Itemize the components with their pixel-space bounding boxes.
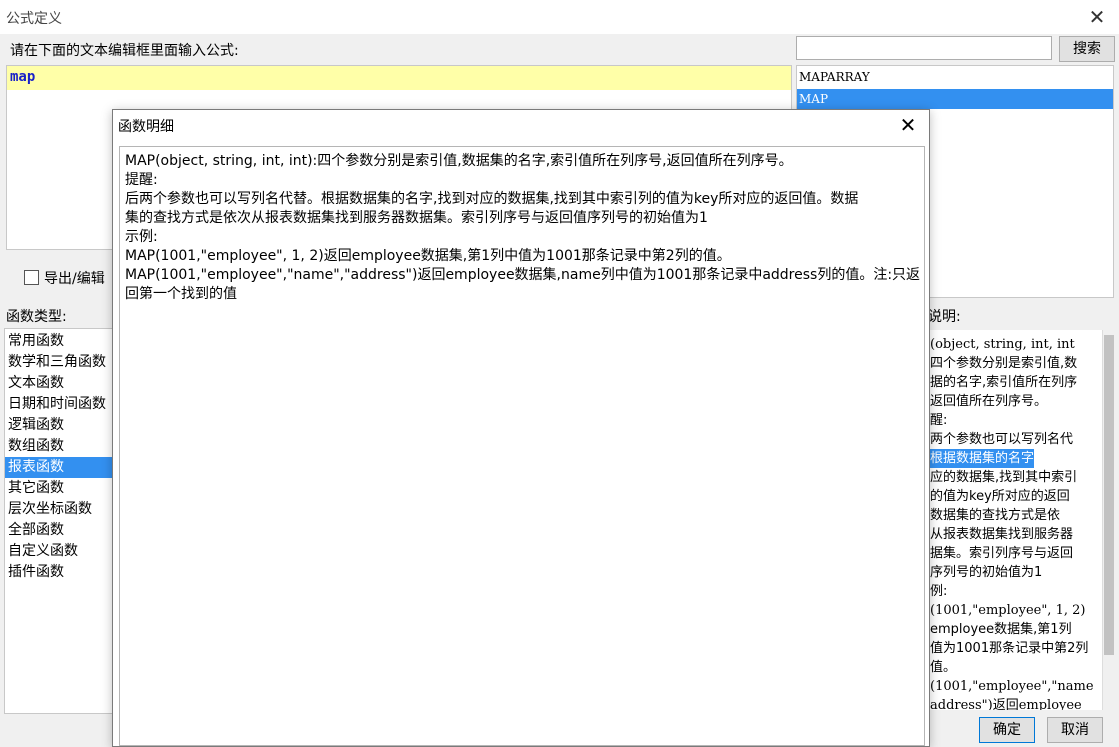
detail-line: 集的查找方式是依次从报表数据集找到服务器数据集。索引列序号与返回值序列号的初始值… (125, 210, 708, 226)
type-item-math[interactable]: 数学和三角函数 (5, 352, 115, 373)
type-item-common[interactable]: 常用函数 (5, 331, 115, 352)
detail-line: 示例: (125, 229, 158, 245)
search-input[interactable] (796, 36, 1052, 60)
detail-line: MAP(1001,"employee","name","address")返回e… (125, 267, 921, 283)
description-label: 说明: (928, 309, 961, 325)
type-item-array[interactable]: 数组函数 (5, 436, 115, 457)
description-line: (1001,"employee","name (930, 679, 1094, 694)
description-line: 数据集的查找方式是依 (930, 508, 1061, 523)
type-item-text[interactable]: 文本函数 (5, 373, 115, 394)
type-item-hierarchy[interactable]: 层次坐标函数 (5, 499, 115, 520)
function-type-label: 函数类型: (6, 309, 67, 325)
function-detail-dialog: 函数明细 ✕ MAP(object, string, int, int):四个参… (112, 109, 930, 747)
type-item-custom[interactable]: 自定义函数 (5, 541, 115, 562)
description-line: 从报表数据集找到服务器 (930, 527, 1074, 542)
description-line: employee数据集,第1列 (930, 622, 1072, 637)
function-item-maparray[interactable]: MAPARRAY (797, 67, 1113, 87)
description-panel[interactable]: (object, string, int, int 四个参数分别是索引值,数 据… (928, 330, 1102, 710)
description-line: (1001,"employee", 1, 2) (930, 603, 1086, 618)
detail-line: 回第一个找到的值 (125, 286, 237, 302)
close-icon[interactable]: ✕ (1086, 6, 1108, 28)
description-line: 醒: (930, 413, 948, 428)
detail-line: 后两个参数也可以写列名代替。根据数据集的名字,找到对应的数据集,找到其中索引列的… (125, 191, 859, 207)
cancel-button[interactable]: 取消 (1047, 717, 1103, 743)
description-line: 应的数据集,找到其中索引 (930, 470, 1078, 485)
type-item-datetime[interactable]: 日期和时间函数 (5, 394, 115, 415)
ok-button[interactable]: 确定 (979, 717, 1035, 743)
search-button[interactable]: 搜索 (1059, 36, 1115, 62)
type-item-other[interactable]: 其它函数 (5, 478, 115, 499)
description-line: 据集。索引列序号与返回 (930, 546, 1074, 561)
detail-line: MAP(object, string, int, int):四个参数分别是索引值… (125, 153, 793, 169)
detail-line: 提醒: (125, 172, 158, 188)
description-line: 值为1001那条记录中第2列 (930, 641, 1089, 656)
formula-current-line (7, 66, 791, 90)
description-line: 的值为key所对应的返回 (930, 489, 1070, 504)
description-line: 序列号的初始值为1 (930, 565, 1043, 580)
description-highlight: 根据数据集的名字 (930, 449, 1035, 468)
description-line: 返回值所在列序号。 (930, 394, 1048, 409)
window-title: 公式定义 (6, 11, 62, 27)
function-type-list[interactable]: 常用函数 数学和三角函数 文本函数 日期和时间函数 逻辑函数 数组函数 报表函数… (4, 328, 116, 714)
description-line: (object, string, int, int (930, 337, 1075, 352)
dialog-detail-text[interactable]: MAP(object, string, int, int):四个参数分别是索引值… (119, 146, 925, 746)
dialog-close-icon[interactable]: ✕ (897, 114, 919, 136)
description-line: 据的名字,索引值所在列序 (930, 375, 1078, 390)
description-scrollbar-thumb[interactable] (1104, 335, 1114, 655)
description-line: 四个参数分别是索引值,数 (930, 356, 1078, 371)
type-item-all[interactable]: 全部函数 (5, 520, 115, 541)
formula-text: map (10, 69, 36, 85)
description-line: 例: (930, 584, 948, 599)
formula-prompt-label: 请在下面的文本编辑框里面输入公式: (10, 43, 239, 59)
title-bar (0, 0, 1119, 34)
description-line: 值。 (930, 660, 957, 675)
export-label: 导出/编辑 (44, 271, 105, 287)
function-item-map[interactable]: MAP (797, 89, 1113, 109)
export-checkbox[interactable] (24, 270, 39, 285)
dialog-title: 函数明细 (118, 119, 174, 135)
description-line: 两个参数也可以写列名代 (930, 432, 1074, 447)
type-item-logic[interactable]: 逻辑函数 (5, 415, 115, 436)
type-item-report[interactable]: 报表函数 (5, 457, 115, 478)
description-line: address")返回employee (930, 698, 1082, 710)
type-item-plugin[interactable]: 插件函数 (5, 562, 115, 583)
detail-line: MAP(1001,"employee", 1, 2)返回employee数据集,… (125, 248, 731, 264)
